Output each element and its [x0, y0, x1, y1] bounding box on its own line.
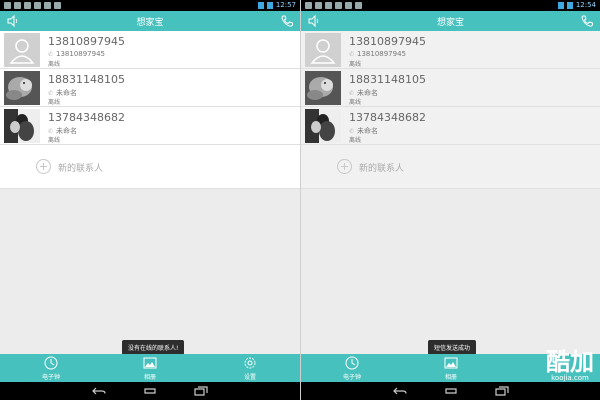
status-time: 12:57 — [275, 1, 296, 9]
clock-icon — [345, 356, 359, 370]
contact-number: 13810897945 — [349, 35, 426, 48]
contact-number: 13784348682 — [349, 111, 426, 124]
contact-list: 13810897945 ✆ 13810897945 离线 18831148105 … — [301, 31, 600, 189]
small-phone-icon: ✆ — [48, 128, 54, 135]
contact-row[interactable]: 13784348682 ✆ 未命名 离线 — [0, 107, 300, 145]
bottom-tab-bar: 电子钟 相册 设置 — [0, 354, 300, 382]
contact-status: 离线 — [349, 99, 362, 106]
new-contact-label: 新的联系人 — [58, 164, 104, 174]
contact-row[interactable]: 13810897945 ✆ 13810897945 离线 — [301, 31, 600, 69]
contact-number: 18831148105 — [48, 73, 125, 86]
recents-icon[interactable] — [495, 386, 509, 396]
back-icon[interactable] — [92, 386, 106, 396]
toast-message: 短信发送成功 — [428, 340, 477, 355]
contact-sub: 13810897945 — [357, 50, 406, 58]
left-screen: 12:57 想家宝 13810897945 ✆ 13810897945 离线 18… — [0, 0, 300, 400]
new-contact-button[interactable]: 新的联系人 — [0, 145, 300, 189]
phone-icon[interactable] — [580, 14, 594, 28]
tab-settings[interactable]: 设置 — [230, 356, 270, 381]
album-icon — [143, 357, 157, 369]
contact-list: 13810897945 ✆ 13810897945 离线 18831148105 … — [0, 31, 300, 189]
title-bar: 想家宝 — [301, 11, 600, 31]
contact-row[interactable]: 18831148105 ✆ 未命名 离线 — [0, 69, 300, 107]
small-phone-icon: ✆ — [349, 51, 355, 58]
contact-number: 13784348682 — [48, 111, 125, 124]
notification-icons — [4, 2, 61, 9]
right-screen: 12:54 想家宝 13810897945 ✆ 13810897945 离线 18… — [300, 0, 600, 400]
watermark-logo: 酷加 koojia.com — [546, 347, 594, 383]
contact-row[interactable]: 13810897945 ✆ 13810897945 离线 — [0, 31, 300, 69]
system-nav-bar — [301, 382, 600, 400]
notification-icons — [305, 2, 362, 9]
contact-status: 离线 — [48, 61, 61, 68]
status-time: 12:54 — [575, 1, 596, 9]
album-icon — [444, 357, 458, 369]
couple-photo — [305, 109, 341, 143]
contact-row[interactable]: 13784348682 ✆ 未命名 离线 — [301, 107, 600, 145]
tab-clock[interactable]: 电子钟 — [31, 356, 71, 381]
status-icons: 12:54 — [557, 1, 596, 9]
contact-status: 离线 — [349, 61, 362, 68]
tab-label: 电子钟 — [342, 374, 361, 381]
small-phone-icon: ✆ — [349, 128, 355, 135]
contact-status: 离线 — [48, 99, 61, 106]
tab-label: 相册 — [143, 374, 156, 381]
contact-status: 离线 — [349, 137, 362, 144]
settings-icon — [244, 357, 256, 369]
contact-number: 13810897945 — [48, 35, 125, 48]
dog-photo — [305, 71, 341, 105]
title-bar: 想家宝 — [0, 11, 300, 31]
plus-icon — [337, 159, 352, 174]
clock-icon — [44, 356, 58, 370]
status-bar: 12:54 — [301, 0, 600, 11]
tab-clock[interactable]: 电子钟 — [332, 356, 372, 381]
watermark-url: koojia.com — [551, 374, 589, 382]
tab-album[interactable]: 相册 — [130, 356, 170, 381]
dog-photo — [4, 71, 40, 105]
tab-album[interactable]: 相册 — [431, 356, 471, 381]
toast-message: 没有在线的联系人! — [122, 340, 185, 355]
watermark-text: 酷加 — [546, 347, 594, 376]
home-icon[interactable] — [444, 386, 458, 396]
tab-label: 相册 — [444, 374, 457, 381]
default-avatar — [4, 33, 40, 67]
contact-sub: 13810897945 — [56, 50, 105, 58]
status-bar: 12:57 — [0, 0, 300, 11]
phone-icon[interactable] — [280, 14, 294, 28]
small-phone-icon: ✆ — [48, 51, 54, 58]
system-nav-bar — [0, 382, 300, 400]
back-icon[interactable] — [393, 386, 407, 396]
recents-icon[interactable] — [194, 386, 208, 396]
app-title: 想家宝 — [436, 18, 464, 28]
home-icon[interactable] — [143, 386, 157, 396]
small-phone-icon: ✆ — [48, 90, 54, 97]
app-title: 想家宝 — [136, 18, 164, 28]
new-contact-label: 新的联系人 — [359, 164, 405, 174]
contact-status: 离线 — [48, 137, 61, 144]
plus-icon — [36, 159, 51, 174]
tab-label: 设置 — [243, 374, 256, 381]
tab-label: 电子钟 — [41, 374, 60, 381]
contact-row[interactable]: 18831148105 ✆ 未命名 离线 — [301, 69, 600, 107]
default-avatar — [305, 33, 341, 67]
new-contact-button[interactable]: 新的联系人 — [301, 145, 600, 189]
contact-number: 18831148105 — [349, 73, 426, 86]
small-phone-icon: ✆ — [349, 90, 355, 97]
couple-photo — [4, 109, 40, 143]
status-icons: 12:57 — [257, 1, 296, 9]
